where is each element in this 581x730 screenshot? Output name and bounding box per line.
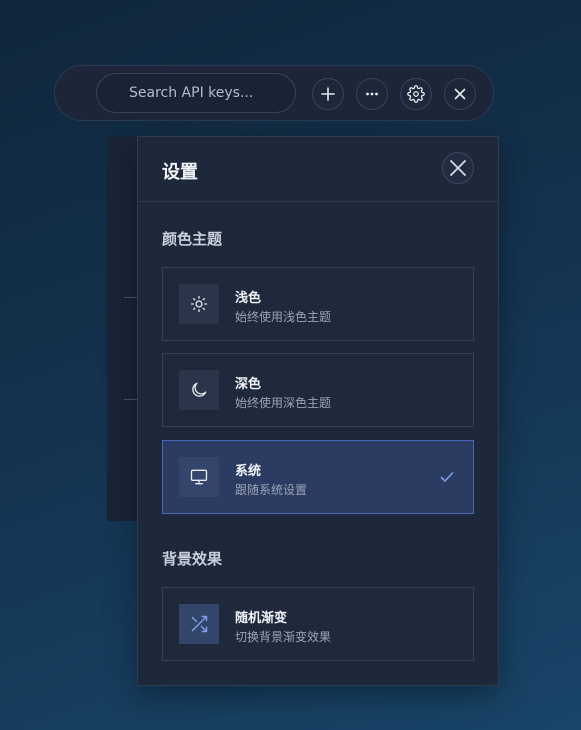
- divider: [124, 399, 138, 400]
- option-description: 始终使用浅色主题: [235, 310, 332, 324]
- option-title: 随机渐变: [235, 611, 288, 626]
- sun-icon: [179, 284, 219, 324]
- option-title: 系统: [235, 464, 262, 479]
- settings-title: 设置: [162, 162, 198, 183]
- option-title: 深色: [235, 377, 262, 392]
- option-description: 切换背景渐变效果: [235, 630, 332, 644]
- option-description: 跟随系统设置: [235, 483, 308, 497]
- theme-section-title: 颜色主题: [162, 230, 223, 248]
- option-description: 始终使用深色主题: [235, 396, 332, 410]
- theme-option-light[interactable]: 浅色 始终使用浅色主题: [162, 267, 474, 341]
- search-input[interactable]: [96, 73, 296, 113]
- divider: [124, 297, 138, 298]
- theme-option-dark[interactable]: 深色 始终使用深色主题: [162, 353, 474, 427]
- shuffle-icon: [179, 604, 219, 644]
- checkmark-icon: [440, 472, 454, 482]
- random-gradient-option[interactable]: 随机渐变 切换背景渐变效果: [162, 587, 474, 661]
- close-icon: [454, 88, 466, 100]
- theme-option-system[interactable]: 系统 跟随系统设置: [162, 440, 474, 514]
- settings-panel: 设置 颜色主题 浅色 始终使用浅色主题 深色 始终使用深色主题 系统 跟随系统设…: [137, 136, 499, 686]
- moon-icon: [179, 370, 219, 410]
- settings-header: 设置: [138, 137, 498, 202]
- gear-icon: [407, 85, 425, 103]
- option-title: 浅色: [235, 291, 262, 306]
- add-button[interactable]: [312, 78, 344, 110]
- settings-button[interactable]: [400, 78, 432, 110]
- close-icon: [450, 160, 466, 176]
- more-button[interactable]: [356, 78, 388, 110]
- close-settings-button[interactable]: [442, 152, 474, 184]
- plus-icon: [321, 87, 335, 101]
- monitor-icon: [179, 457, 219, 497]
- background-section-title: 背景效果: [162, 550, 223, 568]
- toolbar: [54, 65, 494, 121]
- more-horizontal-icon: [366, 92, 378, 96]
- close-toolbar-button[interactable]: [444, 78, 476, 110]
